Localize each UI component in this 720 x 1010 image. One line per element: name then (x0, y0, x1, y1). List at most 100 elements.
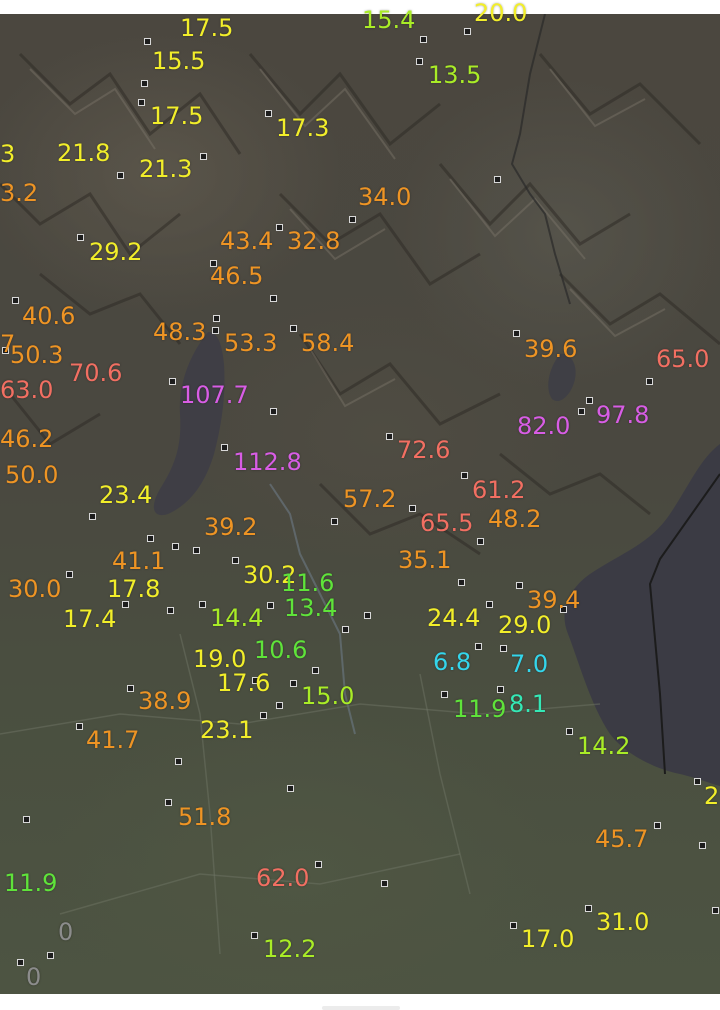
station-marker[interactable] (221, 444, 228, 451)
station-value: 3.2 (0, 179, 39, 207)
station-marker[interactable] (381, 880, 388, 887)
station-value: 12.2 (263, 935, 317, 963)
station-marker[interactable] (364, 612, 371, 619)
station-value: 13.4 (284, 594, 338, 622)
station-marker[interactable] (441, 691, 448, 698)
station-value: 46.5 (210, 262, 264, 290)
station-marker[interactable] (77, 234, 84, 241)
station-marker[interactable] (646, 378, 653, 385)
station-marker[interactable] (694, 778, 701, 785)
station-marker[interactable] (270, 408, 277, 415)
station-marker[interactable] (420, 36, 427, 43)
station-value: 0 (58, 918, 74, 946)
station-value: 39.2 (204, 513, 258, 541)
station-marker[interactable] (276, 702, 283, 709)
station-marker[interactable] (172, 543, 179, 550)
station-marker[interactable] (169, 378, 176, 385)
station-value: 58.4 (301, 329, 355, 357)
station-marker[interactable] (290, 680, 297, 687)
station-marker[interactable] (516, 582, 523, 589)
station-marker[interactable] (232, 557, 239, 564)
station-marker[interactable] (193, 547, 200, 554)
station-marker[interactable] (17, 959, 24, 966)
station-marker[interactable] (409, 505, 416, 512)
station-marker[interactable] (513, 330, 520, 337)
station-marker[interactable] (213, 315, 220, 322)
station-marker[interactable] (510, 922, 517, 929)
station-marker[interactable] (586, 397, 593, 404)
station-marker[interactable] (260, 712, 267, 719)
station-value: 24.4 (427, 604, 481, 632)
station-value: 50.3 (10, 341, 64, 369)
station-value: 7.0 (510, 650, 549, 678)
station-marker[interactable] (458, 579, 465, 586)
station-value: 11.9 (4, 869, 58, 897)
station-marker[interactable] (276, 224, 283, 231)
station-marker[interactable] (127, 685, 134, 692)
station-marker[interactable] (315, 861, 322, 868)
station-marker[interactable] (265, 110, 272, 117)
station-marker[interactable] (141, 80, 148, 87)
station-value: 72.6 (397, 436, 451, 464)
station-marker[interactable] (147, 535, 154, 542)
station-marker[interactable] (12, 297, 19, 304)
station-marker[interactable] (500, 645, 507, 652)
station-marker[interactable] (486, 601, 493, 608)
station-marker[interactable] (212, 327, 219, 334)
station-value: 53.3 (224, 329, 278, 357)
mountain-ridges (0, 52, 720, 556)
station-marker[interactable] (89, 513, 96, 520)
station-marker[interactable] (175, 758, 182, 765)
station-marker[interactable] (117, 172, 124, 179)
station-marker[interactable] (66, 571, 73, 578)
station-value: 11.6 (281, 569, 335, 597)
station-marker[interactable] (477, 538, 484, 545)
station-marker[interactable] (566, 728, 573, 735)
station-marker[interactable] (331, 518, 338, 525)
station-value: 15.0 (301, 682, 355, 710)
station-marker[interactable] (312, 667, 319, 674)
station-value: 38.9 (138, 687, 192, 715)
station-marker[interactable] (267, 602, 274, 609)
station-value: 41.1 (112, 547, 166, 575)
station-marker[interactable] (494, 176, 501, 183)
station-marker[interactable] (167, 607, 174, 614)
station-marker[interactable] (464, 28, 471, 35)
station-marker[interactable] (497, 686, 504, 693)
station-value: 65.5 (420, 509, 474, 537)
station-value: 8.1 (509, 690, 548, 718)
station-value: 51.8 (178, 803, 232, 831)
station-marker[interactable] (416, 58, 423, 65)
station-marker[interactable] (270, 295, 277, 302)
station-marker[interactable] (349, 216, 356, 223)
station-marker[interactable] (654, 822, 661, 829)
station-marker[interactable] (475, 643, 482, 650)
station-value: 20.0 (474, 0, 528, 27)
station-value: 34.0 (358, 183, 412, 211)
bottom-sheet-handle[interactable] (322, 1006, 400, 1010)
station-marker[interactable] (76, 723, 83, 730)
station-marker[interactable] (23, 816, 30, 823)
station-marker[interactable] (342, 626, 349, 633)
station-marker[interactable] (199, 601, 206, 608)
station-marker[interactable] (144, 38, 151, 45)
station-marker[interactable] (251, 932, 258, 939)
station-value: 35.1 (398, 546, 452, 574)
station-value: 39.6 (524, 335, 578, 363)
station-marker[interactable] (585, 905, 592, 912)
station-value: 15.5 (152, 47, 206, 75)
station-value: 112.8 (233, 448, 302, 476)
station-value: 14.2 (577, 732, 631, 760)
station-marker[interactable] (712, 907, 719, 914)
station-marker[interactable] (461, 472, 468, 479)
station-marker[interactable] (200, 153, 207, 160)
station-marker[interactable] (165, 799, 172, 806)
station-value: 48.2 (488, 505, 542, 533)
station-marker[interactable] (699, 842, 706, 849)
station-marker[interactable] (47, 952, 54, 959)
station-marker[interactable] (290, 325, 297, 332)
station-marker[interactable] (386, 433, 393, 440)
station-marker[interactable] (138, 99, 145, 106)
station-marker[interactable] (287, 785, 294, 792)
station-marker[interactable] (578, 408, 585, 415)
